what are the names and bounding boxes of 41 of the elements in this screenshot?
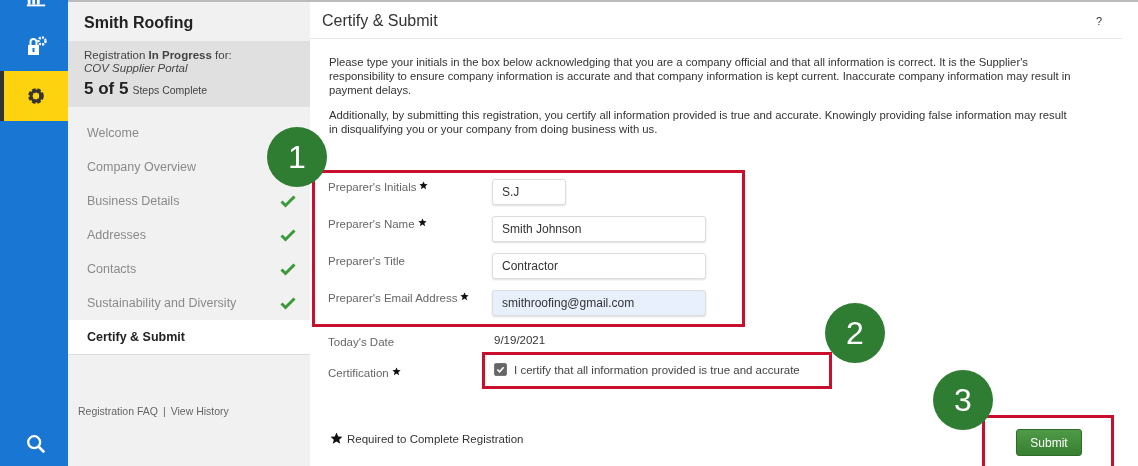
checkbox-label: I certify that all information provided is true and accurate <box>514 363 800 376</box>
step-number-badge: 2 <box>825 303 885 363</box>
field-label: Preparer's Title <box>328 255 405 267</box>
checkbox[interactable] <box>494 363 507 376</box>
step-item[interactable]: Sustainability and Diversity <box>87 296 237 310</box>
field-label: Certification <box>328 367 389 379</box>
step-item[interactable]: Certify & Submit <box>68 320 310 355</box>
field-label: Preparer's Email Address <box>328 292 458 304</box>
link-separator: | <box>162 405 166 417</box>
step-number-badge: 3 <box>933 370 993 430</box>
instruction-text: Additionally, by submitting this registration, you certify all information provided is true and accurate. Knowingly providing false information may result in disqualifying you or your company from doing business with us. <box>329 108 1068 136</box>
step-item[interactable]: Contacts <box>87 262 137 276</box>
required-legend: Required to Complete Registration <box>347 432 524 445</box>
help-link[interactable]: ? <box>1095 15 1102 27</box>
progress-label: Steps Complete <box>132 84 208 96</box>
field-label: Today's Date <box>328 336 395 348</box>
step-item[interactable]: Welcome <box>87 126 139 140</box>
field-label: Preparer's Name <box>328 218 415 230</box>
history-link[interactable]: View History <box>170 405 229 417</box>
input-field[interactable]: Contractor <box>492 253 706 279</box>
progress-count: 5 of 5 <box>84 79 129 99</box>
step-item[interactable]: Business Details <box>87 194 180 208</box>
input-field[interactable]: Smith Johnson <box>492 216 706 242</box>
rail-item[interactable] <box>0 71 68 121</box>
status-text: Registration In Progress for: <box>84 49 232 61</box>
input-field[interactable]: S.J <box>492 179 566 205</box>
star-icon <box>330 432 343 445</box>
faq-link[interactable]: Registration FAQ <box>78 405 158 417</box>
settings-icon[interactable] <box>25 85 47 107</box>
page-title: Certify & Submit <box>322 12 438 30</box>
company-name: Smith Roofing <box>83 13 195 33</box>
input-field[interactable]: smithroofing@gmail.com <box>492 290 706 316</box>
date-value: 9/19/2021 <box>494 334 546 346</box>
search-icon[interactable] <box>25 433 47 455</box>
portal-name: COV Supplier Portal <box>84 62 189 74</box>
step-item[interactable]: Addresses <box>87 228 147 242</box>
step-item[interactable]: Company Overview <box>87 160 197 174</box>
field-label: Preparer's Initials <box>328 181 417 193</box>
checkmark-icon <box>496 365 505 374</box>
instruction-text: Please type your initials in the box below acknowledging that you are a company official and that all information is correct. It is the Supplier's responsibility to ensure company information is accurate and that company information is kept current. Inaccurate company information may result in payment delays. <box>329 55 1072 97</box>
submit-button[interactable]: Submit <box>1016 429 1082 456</box>
